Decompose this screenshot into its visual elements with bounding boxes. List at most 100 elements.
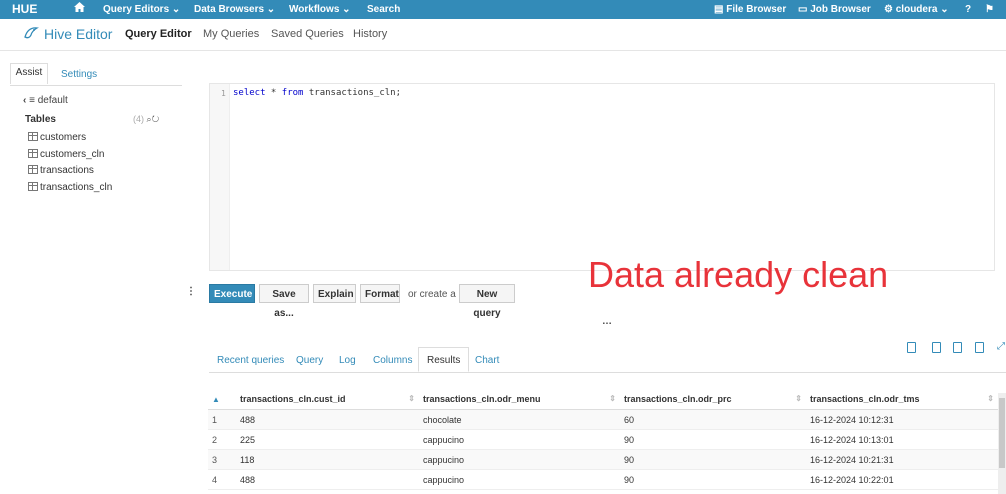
scrollbar-thumb[interactable]: [999, 398, 1005, 468]
column-header-label: transactions_cln.odr_tms: [810, 393, 920, 404]
sql-keyword: from: [281, 88, 304, 98]
column-header[interactable]: transactions_cln.cust_id ⇕: [236, 388, 419, 410]
results-tab-divider: [209, 372, 1006, 373]
table-item[interactable]: customers: [28, 132, 86, 143]
save-as-button[interactable]: Save as...: [259, 284, 309, 319]
hue-logo[interactable]: HUE: [12, 0, 37, 19]
csv-export-icon[interactable]: [953, 342, 962, 353]
menu-search[interactable]: Search: [367, 0, 400, 19]
sort-asc-icon[interactable]: ▲: [212, 395, 220, 404]
table-item[interactable]: customers_cln: [28, 149, 104, 160]
help-icon[interactable]: ?: [965, 0, 971, 19]
column-header-label: transactions_cln.cust_id: [240, 393, 346, 404]
execute-button[interactable]: Execute: [209, 284, 255, 303]
table-cell: 90: [620, 469, 806, 490]
results-scrollbar[interactable]: [998, 393, 1006, 494]
tables-count-value: (4): [133, 114, 144, 124]
format-button[interactable]: Format: [360, 284, 400, 303]
table-row[interactable]: 4 488 cappucino 90 16-12-2024 10:22:01: [208, 469, 998, 490]
panel-resize-handle[interactable]: ⋮: [186, 286, 196, 297]
line-number: 1: [221, 89, 226, 98]
explain-button[interactable]: Explain: [313, 284, 356, 303]
job-browser-label: Job Browser: [810, 4, 871, 15]
query-editor[interactable]: 1 select * from transactions_cln;: [209, 83, 995, 271]
table-cell: cappucino: [419, 469, 620, 490]
job-browser-link[interactable]: ▭ Job Browser: [798, 0, 871, 19]
tab-saved-queries[interactable]: Saved Queries: [271, 28, 344, 40]
tab-results[interactable]: Results: [418, 347, 470, 372]
editor-gutter: 1: [210, 84, 230, 270]
menu-workflows[interactable]: Workflows ⌄: [289, 0, 351, 19]
editor-title[interactable]: Hive Editor: [44, 26, 112, 42]
table-header-row: ▲ transactions_cln.cust_id ⇕ transactions…: [208, 388, 998, 410]
menu-label: Data Browsers: [194, 4, 265, 15]
column-header[interactable]: transactions_cln.odr_tms ⇕: [806, 388, 998, 410]
expand-icon[interactable]: ⤢: [997, 342, 1005, 353]
menu-label: Query Editors: [103, 4, 170, 15]
table-cell: 90: [620, 429, 806, 450]
row-number: 1: [208, 409, 236, 430]
table-icon: [28, 182, 38, 191]
hive-icon: [23, 25, 39, 44]
settings-tab[interactable]: Settings: [61, 69, 97, 80]
flag-icon[interactable]: ⚑: [985, 0, 994, 19]
tab-columns[interactable]: Columns: [373, 355, 412, 366]
calendar-icon[interactable]: [907, 342, 916, 353]
sql-keyword: select: [233, 88, 266, 98]
row-number-header[interactable]: ▲: [208, 388, 236, 410]
table-cell: 16-12-2024 10:21:31: [806, 449, 998, 470]
file-browser-label: File Browser: [726, 4, 787, 15]
assist-divider: [10, 85, 182, 86]
file-browser-link[interactable]: ▤ File Browser: [714, 0, 786, 19]
table-cell: 225: [236, 429, 419, 450]
tab-recent-queries[interactable]: Recent queries: [217, 355, 284, 366]
tab-log[interactable]: Log: [339, 355, 356, 366]
table-cell: chocolate: [419, 409, 620, 430]
row-number: 2: [208, 429, 236, 450]
database-icon: ≡: [29, 95, 35, 106]
column-header-label: transactions_cln.odr_menu: [423, 393, 541, 404]
table-name: customers: [40, 132, 87, 143]
tab-history[interactable]: History: [353, 28, 387, 40]
column-header[interactable]: transactions_cln.odr_menu ⇕: [419, 388, 620, 410]
table-icon: [28, 149, 38, 158]
table-item[interactable]: transactions_cln: [28, 182, 112, 193]
user-menu[interactable]: ⚙ cloudera ⌄: [884, 0, 949, 19]
editor-resize-handle[interactable]: …: [602, 316, 612, 327]
home-icon[interactable]: [74, 0, 85, 19]
sort-icon[interactable]: ⇕: [987, 394, 994, 403]
table-name: customers_cln: [40, 149, 105, 160]
top-nav-bar: HUE Query Editors ⌄ Data Browsers ⌄ Work…: [0, 0, 1006, 19]
tab-my-queries[interactable]: My Queries: [203, 28, 259, 40]
sort-icon[interactable]: ⇕: [609, 394, 616, 403]
assist-tab[interactable]: Assist: [10, 63, 48, 84]
row-number: 3: [208, 449, 236, 470]
tables-label: Tables: [25, 114, 56, 125]
table-row[interactable]: 1 488 chocolate 60 16-12-2024 10:12:31: [208, 409, 998, 430]
back-icon[interactable]: ‹: [23, 95, 26, 106]
tab-chart[interactable]: Chart: [475, 355, 499, 366]
excel-export-icon[interactable]: [932, 342, 941, 353]
database-selector[interactable]: ‹ ≡ default: [23, 95, 68, 106]
menu-query-editors[interactable]: Query Editors ⌄: [103, 0, 180, 19]
new-query-button[interactable]: New query: [459, 284, 515, 319]
table-item[interactable]: transactions: [28, 165, 94, 176]
column-header-label: transactions_cln.odr_prc: [624, 393, 732, 404]
sort-icon[interactable]: ⇕: [795, 394, 802, 403]
table-row[interactable]: 3 118 cappucino 90 16-12-2024 10:21:31: [208, 449, 998, 470]
save-icon[interactable]: [975, 342, 984, 353]
refresh-icon[interactable]: ↻: [152, 114, 160, 124]
tab-query-editor[interactable]: Query Editor: [125, 28, 192, 40]
menu-data-browsers[interactable]: Data Browsers ⌄: [194, 0, 275, 19]
table-cell: 90: [620, 449, 806, 470]
tab-query[interactable]: Query: [296, 355, 323, 366]
query-text[interactable]: select * from transactions_cln;: [233, 88, 401, 98]
table-row[interactable]: 2 225 cappucino 90 16-12-2024 10:13:01: [208, 429, 998, 450]
table-cell: 16-12-2024 10:22:01: [806, 469, 998, 490]
table-cell: 488: [236, 409, 419, 430]
table-cell: 16-12-2024 10:12:31: [806, 409, 998, 430]
column-header[interactable]: transactions_cln.odr_prc ⇕: [620, 388, 806, 410]
menu-label: Workflows: [289, 4, 340, 15]
sort-icon[interactable]: ⇕: [408, 394, 415, 403]
table-cell: cappucino: [419, 449, 620, 470]
